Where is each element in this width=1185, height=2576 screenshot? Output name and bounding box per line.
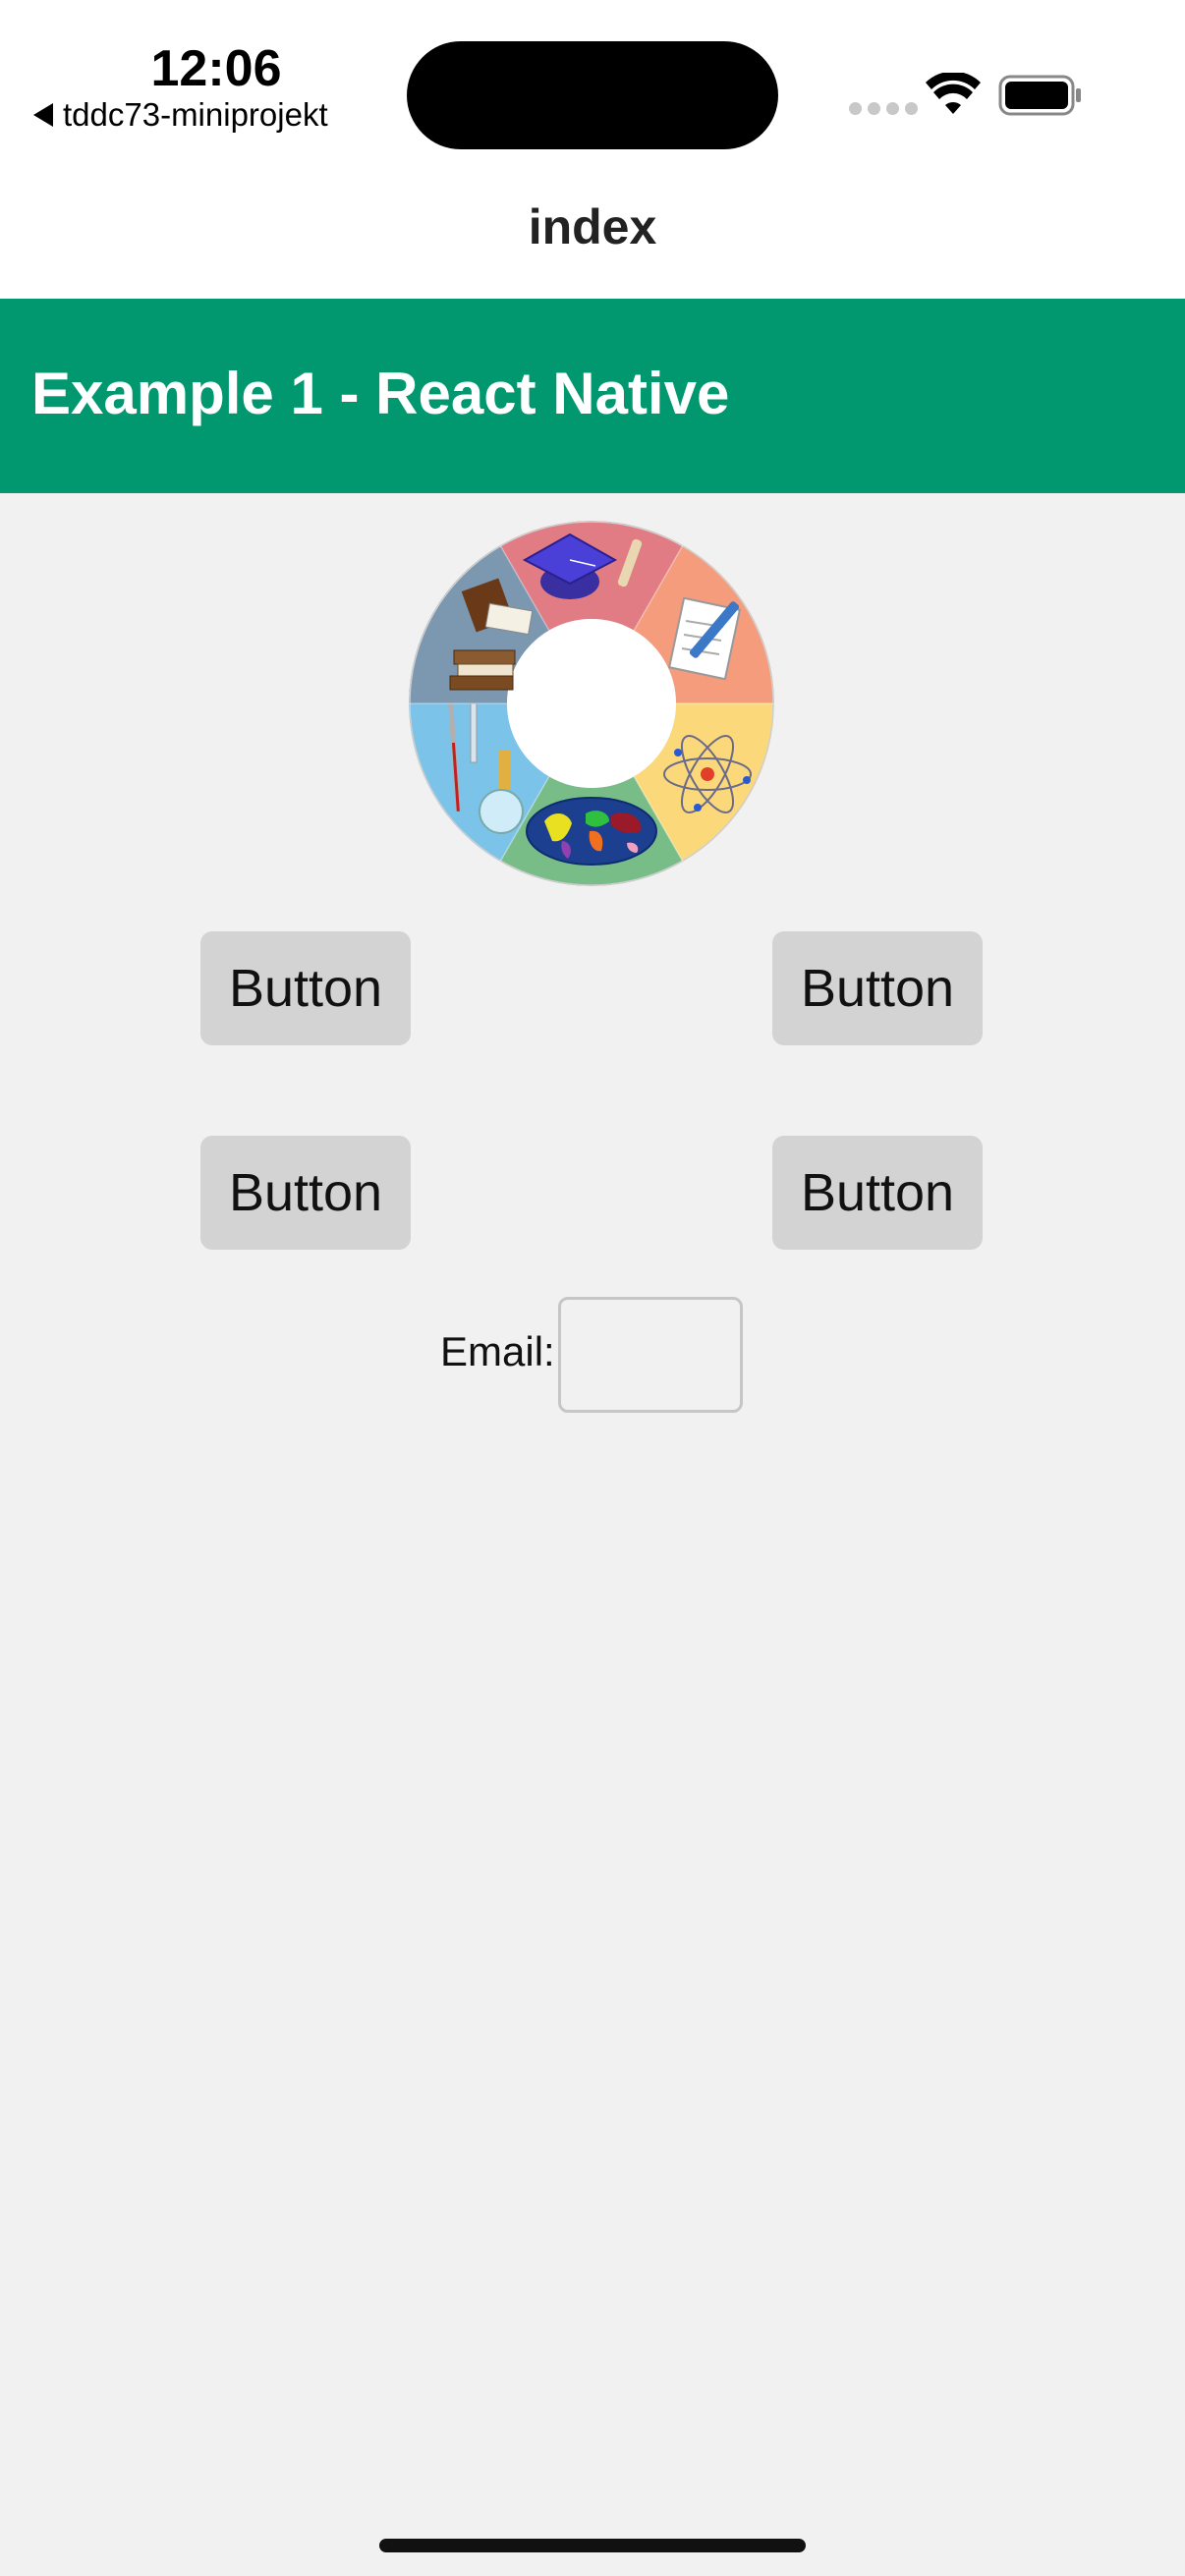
email-label: Email: [440, 1328, 555, 1374]
button-2[interactable]: Button [772, 931, 983, 1045]
education-subjects-wheel-icon [409, 521, 774, 886]
back-to-app-link[interactable]: tddc73-miniprojekt [33, 96, 328, 134]
globe-icon [526, 797, 657, 866]
nav-title: index [528, 199, 657, 254]
battery-icon [998, 75, 1081, 116]
button-4[interactable]: Button [772, 1136, 983, 1250]
signal-icon [849, 102, 918, 115]
button-1[interactable]: Button [200, 931, 411, 1045]
app-screen: 12:06 tddc73-miniprojekt index Example 1… [0, 0, 1185, 2576]
header-title: Example 1 - React Native [31, 361, 730, 426]
email-input[interactable] [558, 1297, 743, 1413]
app-header: Example 1 - React Native [0, 299, 1185, 493]
wifi-icon [926, 73, 981, 114]
status-time: 12:06 [150, 40, 282, 97]
button-3[interactable]: Button [200, 1136, 411, 1250]
back-arrow-icon [33, 103, 53, 127]
dynamic-island [407, 41, 778, 149]
back-app-label: tddc73-miniprojekt [63, 96, 328, 133]
home-indicator[interactable] [379, 2539, 806, 2552]
top-bar: 12:06 tddc73-miniprojekt index [0, 0, 1185, 299]
